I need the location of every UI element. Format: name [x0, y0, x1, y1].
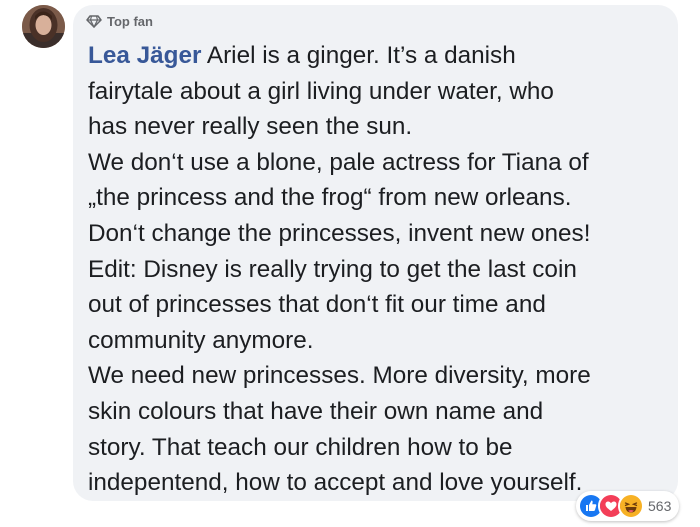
comment-line: We need new princesses. More diversity, … [88, 362, 591, 390]
comment-line: „the princess and the frog“ from new orl… [88, 184, 572, 212]
comment-line-1: Lea Jäger Ariel is a ginger. It’s a dani… [88, 38, 668, 74]
comment-body: Lea Jäger Ariel is a ginger. It’s a dani… [88, 38, 668, 501]
comment-line: has never really seen the sun. [88, 113, 413, 141]
comment-line: Edit: Disney is really trying to get the… [88, 255, 577, 283]
reaction-count: 563 [648, 498, 672, 514]
commenter-avatar[interactable] [22, 5, 65, 48]
diamond-icon [86, 14, 102, 28]
comment-line: skin colours that have their own name an… [88, 397, 544, 425]
comment-line: Don‘t change the princesses, invent new … [88, 219, 591, 247]
haha-icon [618, 493, 644, 519]
reaction-summary[interactable]: 563 [576, 491, 680, 521]
comment-line: community anymore. [88, 326, 314, 354]
comment-line: out of princesses that don‘t fit our tim… [88, 291, 546, 319]
avatar-photo [22, 5, 65, 48]
badge-label: Top fan [107, 13, 153, 29]
author-name[interactable]: Lea Jäger [88, 42, 201, 69]
comment-line: We don‘t use a blone, pale actress for T… [88, 148, 589, 176]
comment-line-text: Ariel is a ginger. It’s a danish [206, 42, 516, 69]
comment-line: fairytale about a girl living under wate… [88, 77, 554, 105]
comment-line: story. That teach our children how to be [88, 433, 513, 461]
top-fan-badge[interactable]: Top fan [86, 12, 153, 30]
